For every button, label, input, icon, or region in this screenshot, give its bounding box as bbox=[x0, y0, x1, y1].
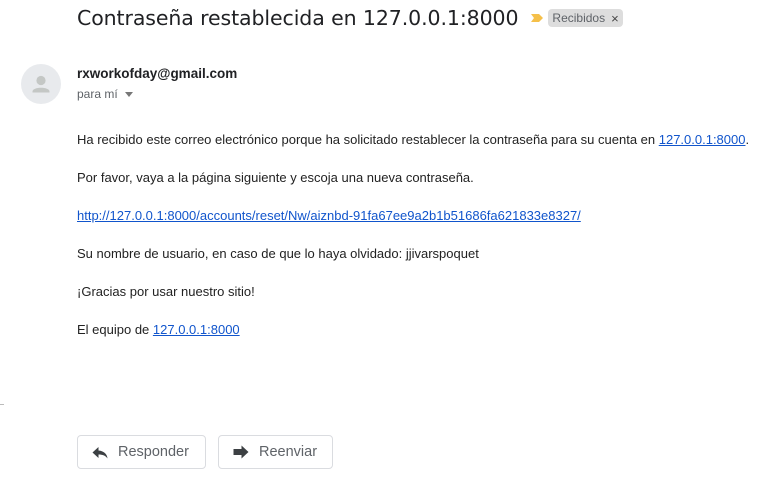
importance-marker-icon[interactable] bbox=[530, 11, 544, 25]
forward-arrow-icon bbox=[232, 443, 250, 461]
label-chip-text: Recibidos bbox=[552, 11, 606, 25]
reply-button[interactable]: Responder bbox=[77, 435, 206, 469]
body-paragraph-5: ¡Gracias por usar nuestro sitio! bbox=[77, 284, 255, 299]
signature-site-link[interactable]: 127.0.0.1:8000 bbox=[153, 322, 240, 337]
email-view: Contraseña restablecida en 127.0.0.1:800… bbox=[0, 0, 775, 487]
label-chip-inbox: Recibidos × bbox=[548, 9, 623, 27]
signature: El equipo de 127.0.0.1:8000 bbox=[77, 322, 775, 338]
remove-label-button[interactable]: × bbox=[611, 11, 619, 26]
forward-button-label: Reenviar bbox=[259, 444, 318, 460]
recipient-text: para mí bbox=[77, 87, 118, 101]
body-paragraph-3: http://127.0.0.1:8000/accounts/reset/Nw/… bbox=[77, 208, 775, 224]
site-link[interactable]: 127.0.0.1:8000 bbox=[659, 132, 746, 147]
body-line1-suffix: . bbox=[745, 132, 750, 147]
default-person-icon bbox=[32, 75, 50, 93]
sender-email: rxworkofday@gmail.com bbox=[77, 66, 238, 81]
body-paragraph-2: Por favor, vaya a la página siguiente y … bbox=[77, 170, 474, 185]
email-body: Ha recibido este correo electrónico porq… bbox=[77, 132, 775, 360]
signature-text: El equipo de bbox=[77, 322, 153, 337]
body-paragraph-4: Su nombre de usuario, en caso de que lo … bbox=[77, 246, 479, 261]
reply-button-label: Responder bbox=[118, 444, 189, 460]
recipient-line: para mí bbox=[77, 87, 133, 101]
caret-down-icon[interactable] bbox=[124, 91, 133, 97]
forward-button[interactable]: Reenviar bbox=[218, 435, 333, 469]
reply-arrow-icon bbox=[91, 443, 109, 461]
email-subject: Contraseña restablecida en 127.0.0.1:800… bbox=[77, 6, 519, 30]
subject-row: Contraseña restablecida en 127.0.0.1:800… bbox=[77, 6, 623, 30]
divider bbox=[0, 404, 4, 405]
sender-avatar bbox=[21, 64, 61, 104]
body-line1-text: Ha recibido este correo electrónico porq… bbox=[77, 132, 659, 147]
body-paragraph-1: Ha recibido este correo electrónico porq… bbox=[77, 132, 775, 148]
reset-password-link[interactable]: http://127.0.0.1:8000/accounts/reset/Nw/… bbox=[77, 208, 581, 223]
